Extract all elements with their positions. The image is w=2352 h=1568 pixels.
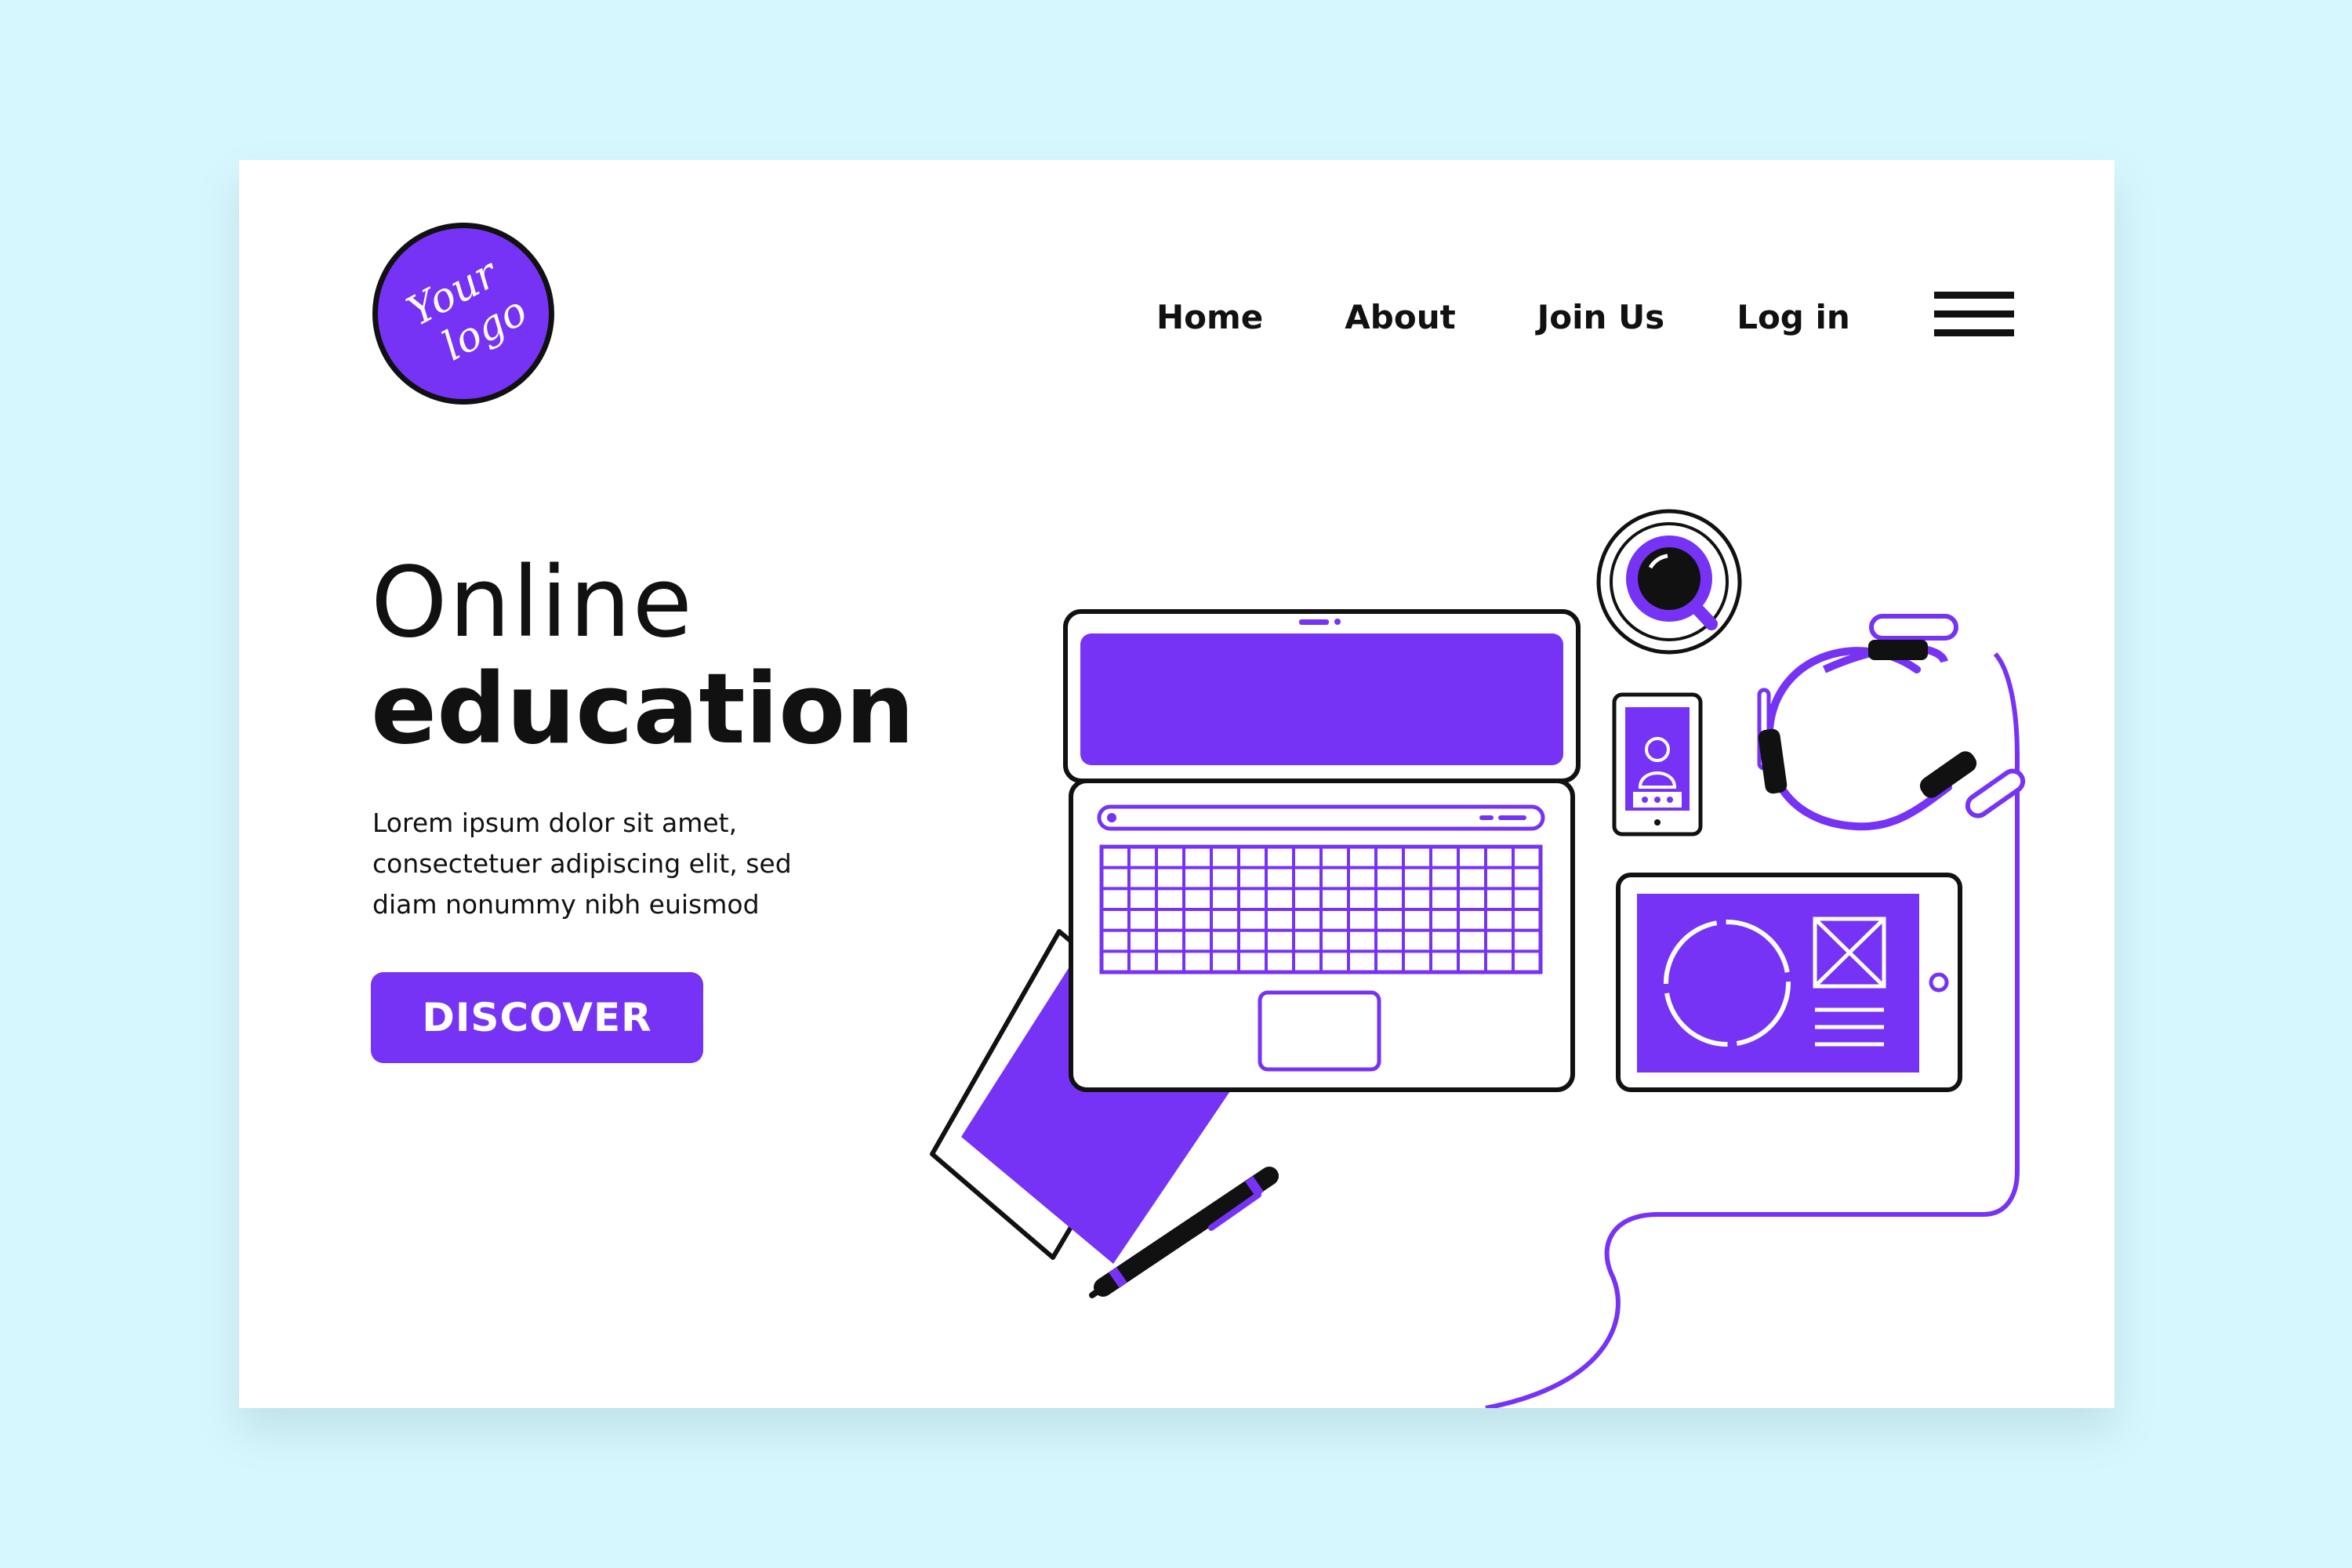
coffee-cup-icon bbox=[1596, 509, 1742, 655]
landing-card: Your logo Home About Join Us Log in Onli… bbox=[239, 160, 2114, 1408]
tablet-icon bbox=[1616, 873, 1962, 1092]
laptop-icon bbox=[1063, 609, 1581, 1092]
desk-illustration bbox=[930, 509, 2026, 1408]
smartphone-icon bbox=[1612, 692, 1703, 837]
headphones-icon bbox=[1757, 614, 2026, 831]
